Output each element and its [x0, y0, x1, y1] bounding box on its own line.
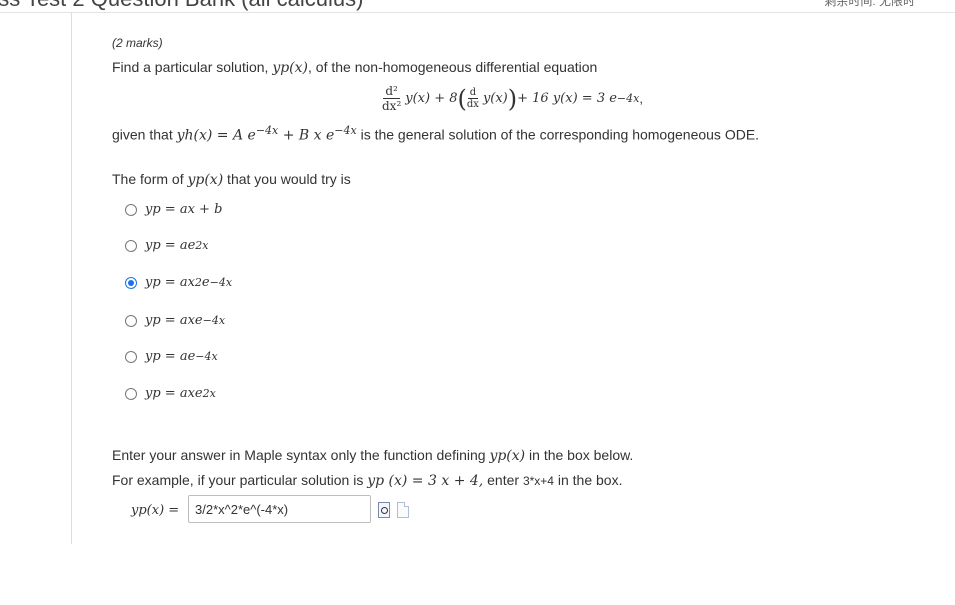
instruction-line-1: Enter your answer in Maple syntax only t…: [112, 447, 634, 464]
answer-input[interactable]: [188, 495, 371, 523]
content-divider: [71, 12, 72, 544]
eq-exponent: −4x: [616, 92, 640, 105]
form-question: The form of yp(x) that you would try is: [112, 171, 351, 188]
eq-term-1: y(x) + 8: [405, 91, 458, 106]
option-2[interactable]: yp = ae 2x: [125, 238, 208, 253]
answer-label: yp(x) =: [131, 503, 180, 518]
prompt-text-after: , of the non-homogeneous differential eq…: [308, 59, 598, 75]
radio-option-4[interactable]: [125, 314, 137, 327]
first-derivative-operator: d dx: [466, 87, 479, 110]
given-statement: given that yh(x) = A e−4x + B x e−4x is …: [112, 124, 760, 144]
eq-inner: y(x): [482, 91, 508, 106]
option-5-label: yp = ae: [145, 349, 196, 364]
option-2-label: yp = ae: [145, 238, 196, 253]
second-derivative-operator: d² dx²: [382, 84, 402, 113]
form-yp: yp(x): [187, 172, 224, 188]
example-math: yp (x) = 3 x + 4,: [367, 473, 484, 489]
close-paren: ): [507, 84, 518, 113]
option-1-label: yp = ax + b: [145, 202, 223, 217]
option-5[interactable]: yp = ae −4x: [125, 349, 218, 364]
option-6-label: yp = axe: [145, 386, 203, 401]
open-paren: (: [457, 84, 467, 113]
differential-equation: d² dx² y(x) + 8 ( d dx y(x) ) + 16 y(x) …: [382, 84, 643, 113]
option-1[interactable]: yp = ax + b: [125, 202, 222, 217]
radio-option-6[interactable]: [125, 387, 137, 400]
top-bar: ass Test 2 Question Bank (all calculus) …: [0, 0, 955, 13]
option-3-label: yp = ax: [145, 275, 195, 290]
eq-term-2: + 16 y(x) = 3 e: [517, 91, 617, 106]
radio-option-1[interactable]: [125, 203, 137, 216]
given-yh: yh(x) = A e: [176, 127, 256, 144]
example-syntax: 3*x+4: [522, 474, 554, 488]
instruction-line-2: For example, if your particular solution…: [112, 472, 623, 489]
question-prompt: Find a particular solution, yp(x), of th…: [112, 59, 597, 76]
option-4-label: yp = axe: [145, 313, 203, 328]
page-title: ass Test 2 Question Bank (all calculus): [0, 0, 363, 12]
option-6[interactable]: yp = axe 2x: [125, 386, 216, 401]
time-remaining: 剩余时间: 无限时: [824, 0, 915, 8]
prompt-text-before: Find a particular solution,: [112, 59, 273, 75]
option-4[interactable]: yp = axe −4x: [125, 313, 225, 328]
radio-option-3[interactable]: [125, 276, 137, 289]
preview-icon[interactable]: [378, 502, 390, 518]
radio-option-2[interactable]: [125, 239, 137, 252]
option-3[interactable]: yp = ax 2 e −4x: [125, 275, 232, 290]
question-marks: (2 marks): [112, 36, 163, 50]
eq-end: ,: [639, 91, 643, 106]
syntax-help-icon[interactable]: [397, 502, 409, 518]
prompt-yp: yp(x): [272, 60, 309, 76]
instruction-yp: yp(x): [489, 448, 526, 464]
radio-option-5[interactable]: [125, 350, 137, 363]
